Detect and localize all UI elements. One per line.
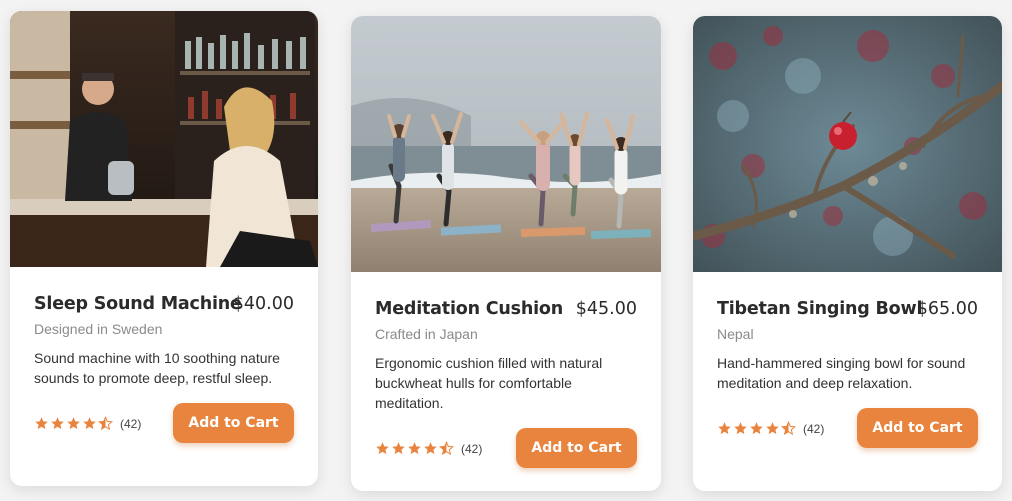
product-description: Sound machine with 10 soothing nature so… xyxy=(34,350,280,386)
product-title[interactable]: Tibetan Singing Bowl xyxy=(717,299,922,319)
rating: (42) xyxy=(375,441,482,456)
rating: (42) xyxy=(717,421,824,436)
star-icon xyxy=(67,417,80,430)
product-image[interactable] xyxy=(10,11,318,267)
star-icon xyxy=(766,422,779,435)
add-to-cart-button[interactable]: Add to Cart xyxy=(857,408,978,448)
half-star-icon xyxy=(98,416,113,431)
rating-count: (42) xyxy=(461,441,483,456)
star-icon xyxy=(35,417,48,430)
product-origin: Designed in Sweden xyxy=(34,321,163,337)
add-to-cart-button[interactable]: Add to Cart xyxy=(516,428,637,468)
product-description: Ergonomic cushion filled with natural bu… xyxy=(375,355,603,411)
star-icon xyxy=(424,442,437,455)
rating-count: (42) xyxy=(803,421,825,436)
star-icon xyxy=(51,417,64,430)
product-origin: Crafted in Japan xyxy=(375,326,478,342)
half-star-icon xyxy=(439,441,454,456)
product-description: Hand-hammered singing bowl for sound med… xyxy=(717,355,966,391)
product-image[interactable] xyxy=(693,16,1002,272)
star-icon xyxy=(734,422,747,435)
product-card: Meditation Cushion $45.00 Crafted in Jap… xyxy=(351,16,661,491)
product-price: $40.00 xyxy=(232,294,294,314)
half-star-icon xyxy=(781,421,796,436)
add-to-cart-button[interactable]: Add to Cart xyxy=(173,403,294,443)
product-price: $65.00 xyxy=(916,299,978,319)
product-price: $45.00 xyxy=(575,299,637,319)
product-origin: Nepal xyxy=(717,326,754,342)
product-image[interactable] xyxy=(351,16,661,272)
star-icon xyxy=(750,422,763,435)
star-icon xyxy=(718,422,731,435)
rating: (42) xyxy=(34,416,141,431)
product-card: Sleep Sound Machine $40.00 Designed in S… xyxy=(10,11,318,486)
product-card: Tibetan Singing Bowl $65.00 Nepal Hand-h… xyxy=(693,16,1002,491)
star-icon xyxy=(376,442,389,455)
product-title[interactable]: Meditation Cushion xyxy=(375,299,563,319)
star-icon xyxy=(408,442,421,455)
star-icon xyxy=(392,442,405,455)
star-icon xyxy=(83,417,96,430)
rating-count: (42) xyxy=(120,416,142,431)
product-title[interactable]: Sleep Sound Machine xyxy=(34,294,242,314)
